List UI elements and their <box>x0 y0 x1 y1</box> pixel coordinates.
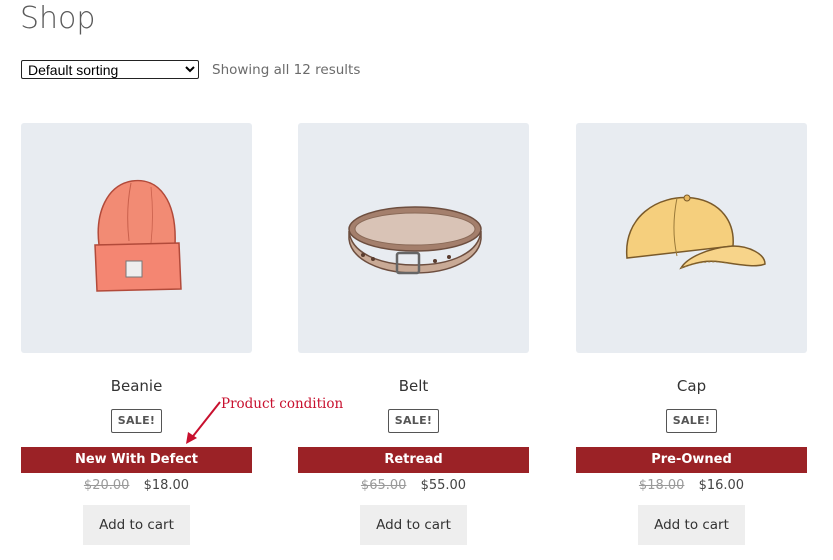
sale-badge: SALE! <box>110 409 163 433</box>
sale-badge: SALE! <box>387 409 440 433</box>
regular-price: $18.00 <box>638 478 685 493</box>
beanie-image <box>93 179 182 292</box>
product-image-link[interactable] <box>298 123 529 353</box>
page-title: Shop <box>20 1 96 36</box>
add-to-cart-button[interactable]: Add to cart <box>638 505 745 545</box>
product-card-belt: Belt SALE! Retread $65.00 $55.00 Add to … <box>298 123 529 545</box>
add-to-cart-button[interactable]: Add to cart <box>360 505 467 545</box>
product-title[interactable]: Belt <box>298 377 529 397</box>
product-title[interactable]: Cap <box>576 377 807 397</box>
annotation-label: Product condition <box>221 396 344 412</box>
price: $65.00 $55.00 <box>298 478 529 496</box>
sale-price: $18.00 <box>143 478 190 493</box>
product-condition-bar: Pre-Owned <box>576 447 807 473</box>
sale-price: $55.00 <box>420 478 467 493</box>
sort-select[interactable]: Default sorting <box>21 60 199 79</box>
product-card-cap: Cap SALE! Pre-Owned $18.00 $16.00 Add to… <box>576 123 807 545</box>
product-condition-bar: New With Defect <box>21 447 252 473</box>
sale-price: $16.00 <box>698 478 745 493</box>
regular-price: $65.00 <box>360 478 407 493</box>
price: $20.00 $18.00 <box>21 478 252 496</box>
belt-image <box>347 206 482 275</box>
regular-price: $20.00 <box>83 478 130 493</box>
price: $18.00 $16.00 <box>576 478 807 496</box>
product-condition-bar: Retread <box>298 447 529 473</box>
results-count: Showing all 12 results <box>212 62 361 78</box>
product-image-link[interactable] <box>576 123 807 353</box>
annotation-arrow-icon <box>186 401 221 444</box>
cap-image <box>625 194 766 270</box>
product-card-beanie: Beanie SALE! New With Defect $20.00 $18.… <box>21 123 252 545</box>
product-image-link[interactable] <box>21 123 252 353</box>
sale-badge: SALE! <box>665 409 718 433</box>
add-to-cart-button[interactable]: Add to cart <box>83 505 190 545</box>
product-title[interactable]: Beanie <box>21 377 252 397</box>
